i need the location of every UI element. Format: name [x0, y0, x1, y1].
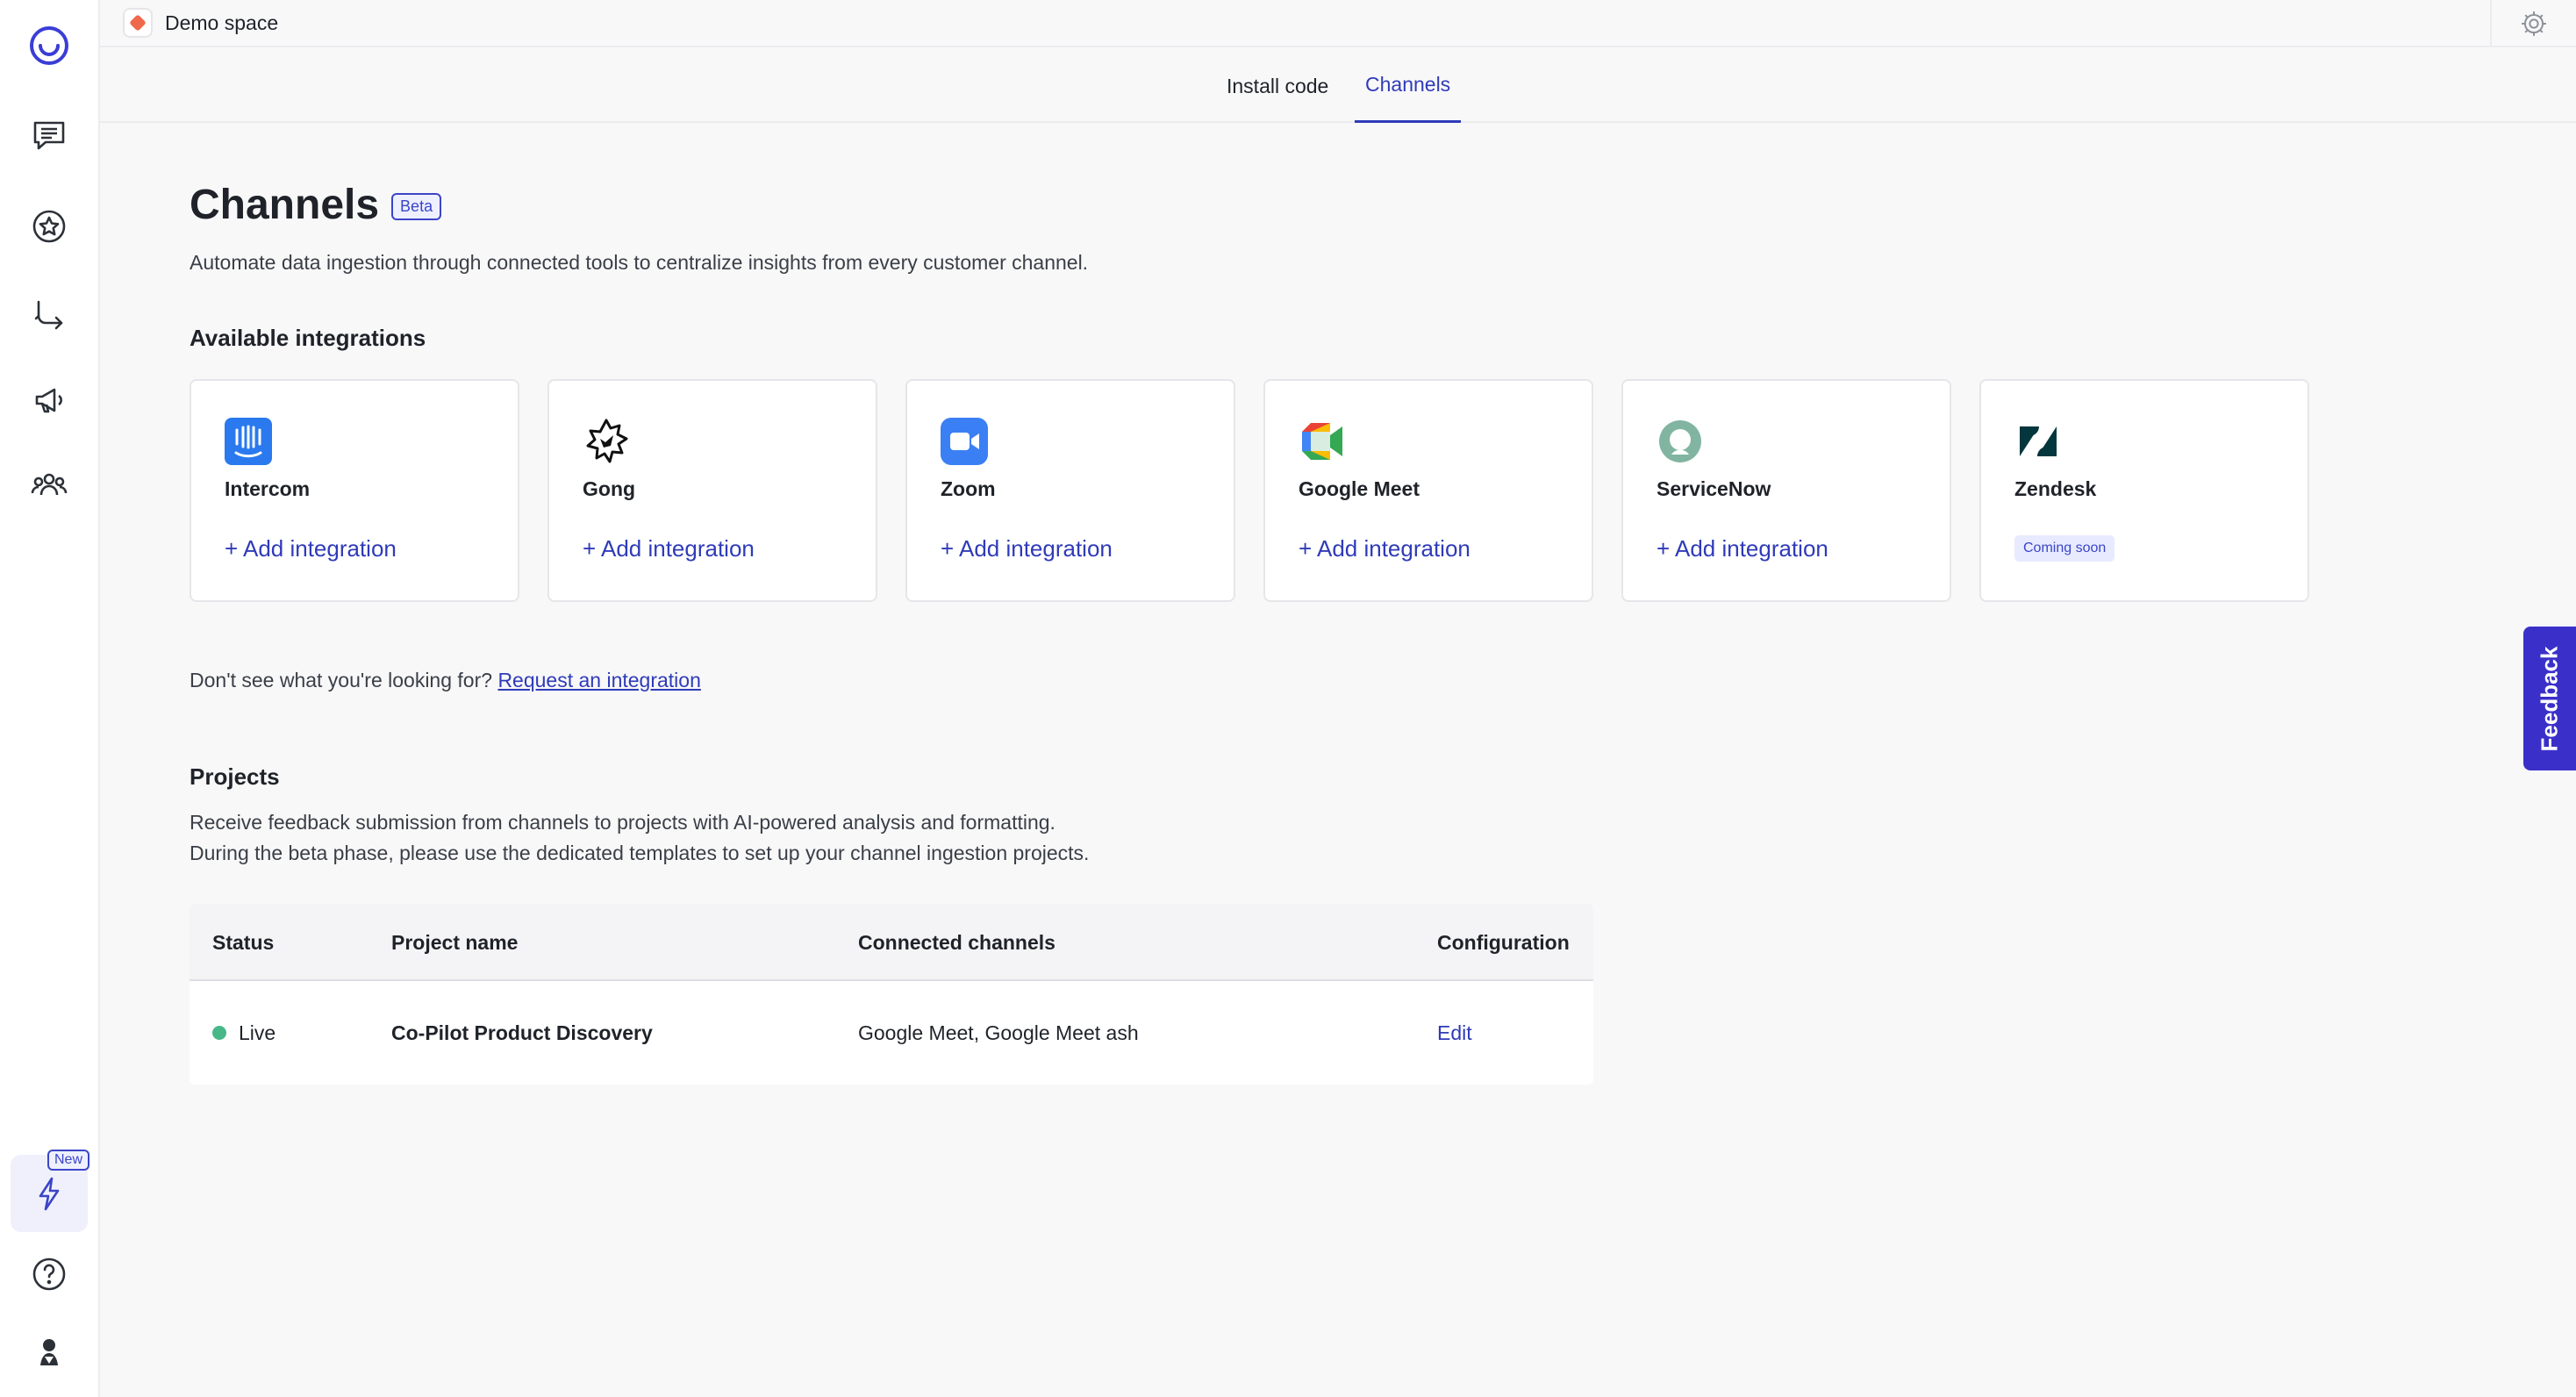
projects-heading: Projects — [190, 763, 280, 790]
column-configuration: Configuration — [1437, 930, 1570, 954]
status-cell: Live — [212, 981, 275, 1085]
feedback-tab-label: Feedback — [2536, 646, 2563, 751]
help-icon[interactable] — [16, 1241, 82, 1307]
page-subtitle: Automate data ingestion through connecte… — [190, 251, 1089, 274]
add-integration-link[interactable]: + Add integration — [583, 535, 755, 562]
new-badge: New — [47, 1150, 89, 1171]
integration-card-zoom[interactable]: Zoom + Add integration — [905, 379, 1235, 602]
status-text: Live — [239, 1021, 276, 1044]
google-meet-icon — [1302, 423, 1342, 460]
table-header: Status Project name Connected channels C… — [190, 904, 1593, 981]
app-logo-icon[interactable] — [16, 12, 82, 79]
star-icon[interactable] — [16, 193, 82, 260]
integration-card-servicenow[interactable]: ServiceNow + Add integration — [1621, 379, 1951, 602]
settings-button[interactable] — [2490, 0, 2576, 47]
gong-icon — [586, 419, 628, 463]
integration-cards: Intercom + Add integration Gong + Add in… — [190, 379, 2309, 602]
integration-name: ServiceNow — [1657, 477, 1771, 500]
intercom-icon — [225, 418, 272, 465]
coming-soon-badge: Coming soon — [2014, 535, 2115, 562]
integration-name: Zendesk — [2014, 477, 2097, 500]
add-integration-link[interactable]: + Add integration — [225, 535, 397, 562]
projects-description: Receive feedback submission from channel… — [190, 807, 1089, 869]
projects-desc-line-1: Receive feedback submission from channel… — [190, 811, 1055, 834]
table-row: Live Co-Pilot Product Discovery Google M… — [190, 981, 1593, 1085]
request-prefix: Don't see what you're looking for? — [190, 669, 493, 691]
roadmap-arrow-icon[interactable] — [16, 283, 82, 349]
projects-desc-line-2: During the beta phase, please use the de… — [190, 842, 1090, 864]
gear-icon — [2522, 11, 2546, 36]
left-rail: New — [0, 0, 100, 1397]
request-integration-text: Don't see what you're looking for? Reque… — [190, 669, 701, 692]
projects-table: Status Project name Connected channels C… — [190, 904, 1593, 1085]
zendesk-icon — [2020, 426, 2057, 456]
top-bar: Demo space — [100, 0, 2576, 47]
integration-name: Intercom — [225, 477, 311, 500]
tab-install-code[interactable]: Install code — [1216, 49, 1339, 123]
edit-link[interactable]: Edit — [1437, 981, 1472, 1085]
beta-badge: Beta — [391, 193, 442, 220]
add-integration-link[interactable]: + Add integration — [1299, 535, 1470, 562]
tab-channels[interactable]: Channels — [1355, 49, 1462, 123]
megaphone-icon[interactable] — [16, 367, 82, 433]
whats-new-button[interactable]: New — [11, 1150, 89, 1232]
add-integration-link[interactable]: + Add integration — [1657, 535, 1828, 562]
integration-card-zendesk: Zendesk Coming soon — [1979, 379, 2309, 602]
request-integration-link[interactable]: Request an integration — [497, 669, 700, 691]
feedback-tab-button[interactable]: Feedback — [2523, 627, 2576, 770]
lightning-icon — [39, 1177, 60, 1211]
space-name: Demo space — [165, 11, 279, 34]
space-selector[interactable]: Demo space — [123, 0, 296, 47]
tab-bar: Install code Channels — [100, 49, 2576, 123]
column-connected-channels: Connected channels — [858, 930, 1055, 954]
space-icon — [123, 8, 153, 38]
avatar[interactable] — [16, 1318, 82, 1385]
integration-name: Google Meet — [1299, 477, 1420, 500]
connected-channels-cell: Google Meet, Google Meet ash — [858, 1021, 1139, 1044]
column-project-name: Project name — [391, 930, 519, 954]
team-icon[interactable] — [16, 451, 82, 518]
project-name-cell: Co-Pilot Product Discovery — [391, 1021, 653, 1044]
integration-card-google-meet[interactable]: Google Meet + Add integration — [1263, 379, 1593, 602]
live-status-dot — [212, 1026, 226, 1040]
zoom-icon — [941, 418, 988, 465]
integrations-heading: Available integrations — [190, 325, 426, 351]
add-integration-link[interactable]: + Add integration — [941, 535, 1113, 562]
integration-name: Zoom — [941, 477, 996, 500]
page-title: Channels — [190, 182, 380, 228]
servicenow-icon — [1659, 420, 1701, 462]
integration-name: Gong — [583, 477, 636, 500]
column-status: Status — [212, 930, 275, 954]
feedback-list-icon[interactable] — [16, 102, 82, 168]
integration-card-gong[interactable]: Gong + Add integration — [547, 379, 877, 602]
integration-card-intercom[interactable]: Intercom + Add integration — [190, 379, 519, 602]
